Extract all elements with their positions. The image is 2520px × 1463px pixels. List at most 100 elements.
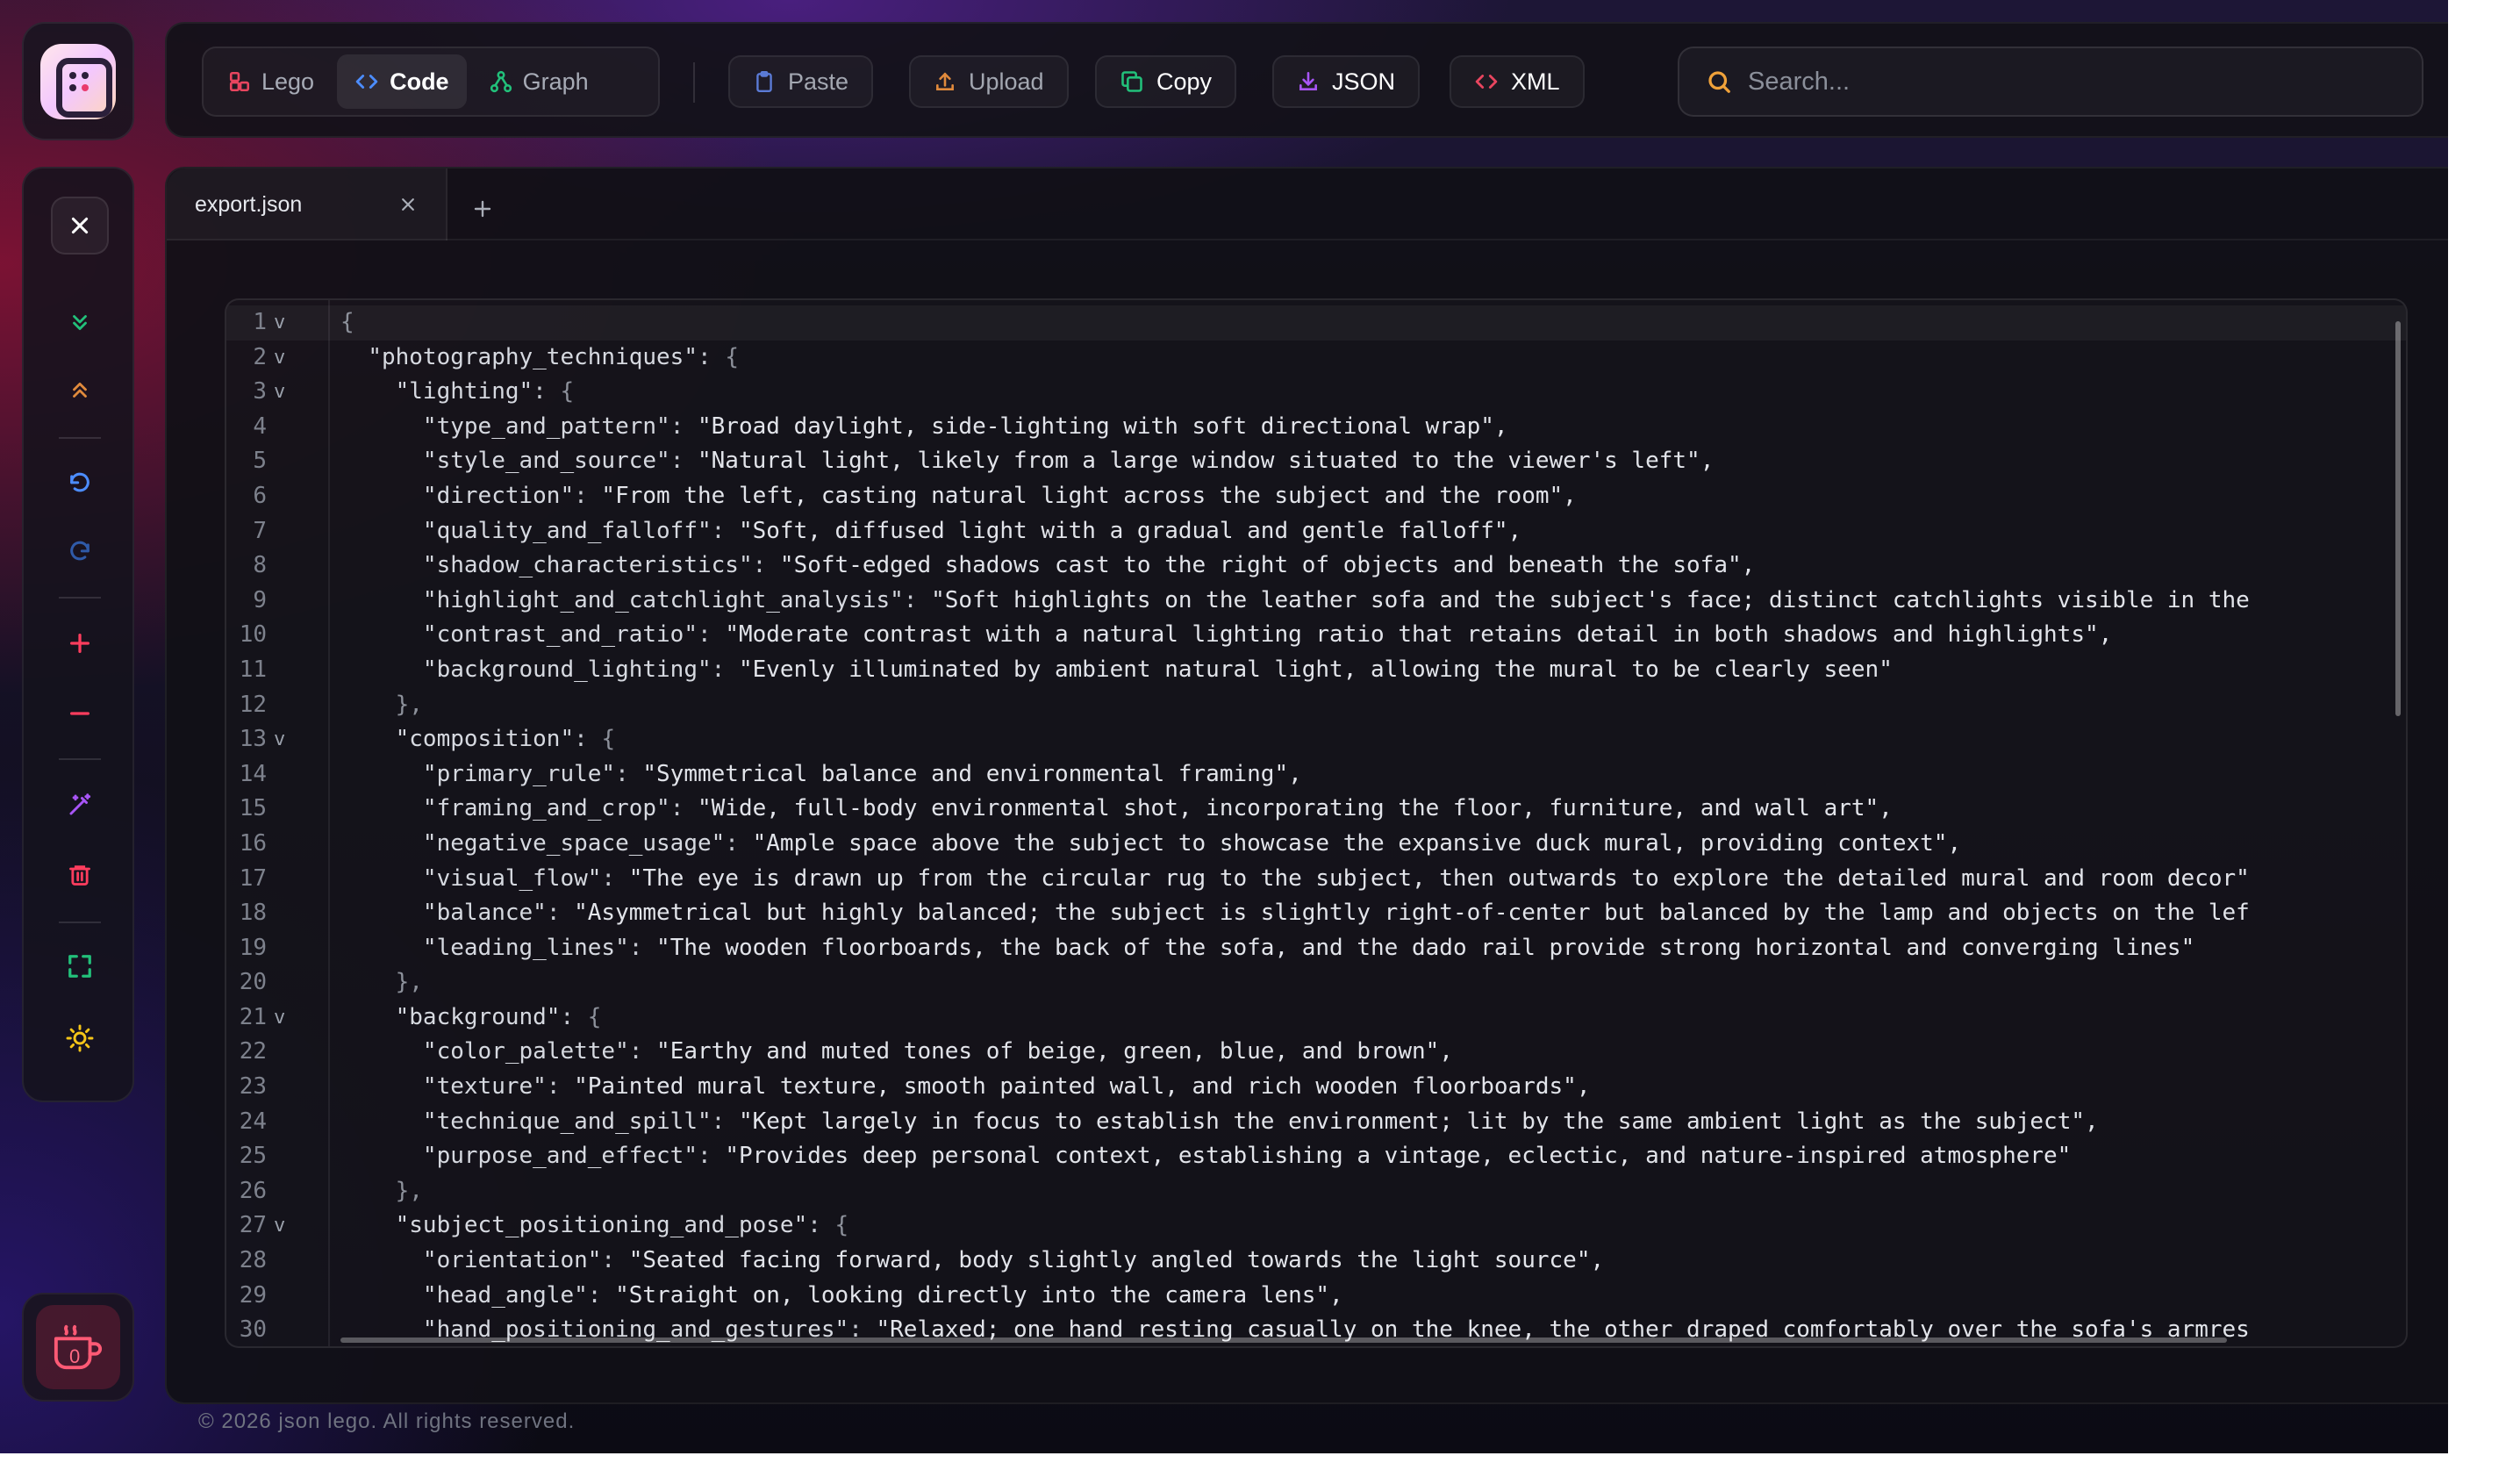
- json-key: "quality_and_falloff": [422, 517, 712, 544]
- code-text: },: [340, 965, 423, 1000]
- export-json-button[interactable]: JSON: [1272, 55, 1421, 108]
- code-line[interactable]: 8 "shadow_characteristics": "Soft-edged …: [226, 549, 2406, 584]
- code-icon: [355, 75, 378, 89]
- close-button[interactable]: [51, 197, 109, 255]
- line-number: 28: [239, 1247, 267, 1274]
- fold-chevron-icon[interactable]: v: [274, 1208, 285, 1244]
- redo-button[interactable]: [51, 523, 109, 581]
- upload-button[interactable]: Upload: [909, 55, 1069, 108]
- tab-bar: export.json: [167, 169, 2448, 240]
- fold-chevron-icon[interactable]: v: [274, 341, 285, 376]
- code-line[interactable]: 28 "orientation": "Seated facing forward…: [226, 1244, 2406, 1279]
- new-tab-button[interactable]: [465, 191, 500, 226]
- json-key: "texture": [422, 1073, 547, 1101]
- vertical-scrollbar[interactable]: [2395, 321, 2401, 716]
- app-window: Lego Code Graph Paste Upload Copy JSON X…: [0, 0, 2448, 1453]
- code-line[interactable]: 23 "texture": "Painted mural texture, sm…: [226, 1070, 2406, 1105]
- zoom-out-button[interactable]: [51, 685, 109, 742]
- code-line[interactable]: 1 v {: [226, 305, 2406, 341]
- code-line[interactable]: 4 "type_and_pattern": "Broad daylight, s…: [226, 410, 2406, 445]
- close-icon: [402, 198, 414, 211]
- line-number: 20: [239, 969, 267, 996]
- upload-icon: [936, 72, 954, 90]
- json-key: "balance": [422, 900, 547, 927]
- json-string-value: "Painted mural texture, smooth painted w…: [574, 1073, 1591, 1101]
- fold-chevron-icon[interactable]: v: [274, 722, 285, 757]
- json-punctuation: {: [725, 343, 739, 370]
- fold-chevron-icon[interactable]: v: [274, 305, 285, 341]
- tab-export-json[interactable]: export.json: [167, 169, 447, 240]
- fold-chevron-icon[interactable]: v: [274, 375, 285, 410]
- buy-coffee-button[interactable]: 0: [22, 1293, 134, 1402]
- search-icon: [1708, 71, 1730, 93]
- graph-icon: [490, 70, 512, 93]
- json-key: "background_lighting": [422, 656, 712, 683]
- code-line[interactable]: 20 },: [226, 965, 2406, 1000]
- code-line[interactable]: 17 "visual_flow": "The eye is drawn up f…: [226, 862, 2406, 897]
- delete-button[interactable]: [51, 846, 109, 904]
- line-number: 22: [239, 1038, 267, 1065]
- fullscreen-button[interactable]: [51, 937, 109, 995]
- export-xml-button[interactable]: XML: [1450, 55, 1585, 108]
- code-line[interactable]: 24 "technique_and_spill": "Kept largely …: [226, 1105, 2406, 1140]
- horizontal-scrollbar[interactable]: [340, 1337, 2227, 1343]
- code-line[interactable]: 11 "background_lighting": "Evenly illumi…: [226, 653, 2406, 688]
- tab-close-button[interactable]: [393, 190, 423, 219]
- json-key: "direction": [422, 482, 575, 509]
- code-line[interactable]: 21 v "background": {: [226, 1000, 2406, 1036]
- code-line[interactable]: 15 "framing_and_crop": "Wide, full-body …: [226, 792, 2406, 827]
- code-line[interactable]: 22 "color_palette": "Earthy and muted to…: [226, 1035, 2406, 1070]
- mode-lego-button[interactable]: Lego: [211, 54, 332, 109]
- code-line[interactable]: 3v "lighting": {: [226, 375, 2406, 410]
- code-line[interactable]: 29 "head_angle": "Straight on, looking d…: [226, 1279, 2406, 1314]
- blocks-icon: [229, 71, 250, 92]
- code-line[interactable]: 6 "direction": "From the left, casting n…: [226, 479, 2406, 514]
- copy-button[interactable]: Copy: [1095, 55, 1237, 108]
- json-key: "subject_positioning_and_pose": [395, 1212, 808, 1239]
- code-line[interactable]: 10 "contrast_and_ratio": "Moderate contr…: [226, 618, 2406, 653]
- mode-graph-button[interactable]: Graph: [472, 54, 606, 109]
- code-line[interactable]: 18 "balance": "Asymmetrical but highly b…: [226, 896, 2406, 931]
- tool-sidebar: [22, 167, 134, 1102]
- theme-toggle-button[interactable]: [51, 1009, 109, 1067]
- fold-chevron-icon[interactable]: v: [274, 1000, 285, 1036]
- json-key: "head_angle": [422, 1281, 588, 1309]
- export-json-label: JSON: [1332, 68, 1396, 95]
- clipboard-icon: [756, 70, 772, 93]
- search-input[interactable]: [1748, 67, 2380, 97]
- line-number: 26: [239, 1177, 267, 1204]
- line-number: 21: [239, 1003, 267, 1030]
- code-line[interactable]: 12 },: [226, 688, 2406, 723]
- zoom-in-button[interactable]: [51, 614, 109, 672]
- code-line[interactable]: 26 },: [226, 1174, 2406, 1209]
- undo-button[interactable]: [51, 455, 109, 513]
- code-line[interactable]: 16 "negative_space_usage": "Ample space …: [226, 827, 2406, 862]
- line-number: 12: [239, 691, 267, 718]
- code-line[interactable]: 25 "purpose_and_effect": "Provides deep …: [226, 1139, 2406, 1174]
- export-xml-label: XML: [1511, 68, 1560, 95]
- json-key: "composition": [395, 726, 575, 753]
- code-line[interactable]: 13 v "composition": {: [226, 722, 2406, 757]
- code-editor[interactable]: 1 v{2 v "photography_techniques": {3 v "lig…: [225, 298, 2408, 1348]
- logo-button[interactable]: [22, 22, 134, 140]
- line-number: 11: [239, 656, 267, 683]
- paste-button[interactable]: Paste: [728, 55, 874, 108]
- sidebar-separator: [59, 597, 101, 599]
- collapse-all-button[interactable]: [51, 362, 109, 420]
- format-button[interactable]: [51, 776, 109, 834]
- code-line[interactable]: 2v "photography_techniques": {: [226, 341, 2406, 376]
- code-line[interactable]: 5 "style_and_source": "Natural light, li…: [226, 444, 2406, 479]
- expand-all-button[interactable]: [51, 293, 109, 351]
- code-line[interactable]: 19 "leading_lines": "The wooden floorboa…: [226, 931, 2406, 966]
- code-line[interactable]: 7 "quality_and_falloff": "Soft, diffused…: [226, 514, 2406, 549]
- line-number: 14: [239, 760, 267, 787]
- redo-icon: [70, 541, 89, 561]
- code-line[interactable]: 14 "primary_rule": "Symmetrical balance …: [226, 757, 2406, 792]
- json-key: "primary_rule": [422, 760, 616, 787]
- xml-code-icon: [1475, 75, 1498, 89]
- mode-code-button[interactable]: Code: [337, 54, 467, 109]
- code-line[interactable]: 27 v "subject_positioning_and_pose": {: [226, 1208, 2406, 1244]
- close-icon: [71, 217, 89, 234]
- code-line[interactable]: 9 "highlight_and_catchlight_analysis": "…: [226, 584, 2406, 619]
- line-number: 25: [239, 1143, 267, 1170]
